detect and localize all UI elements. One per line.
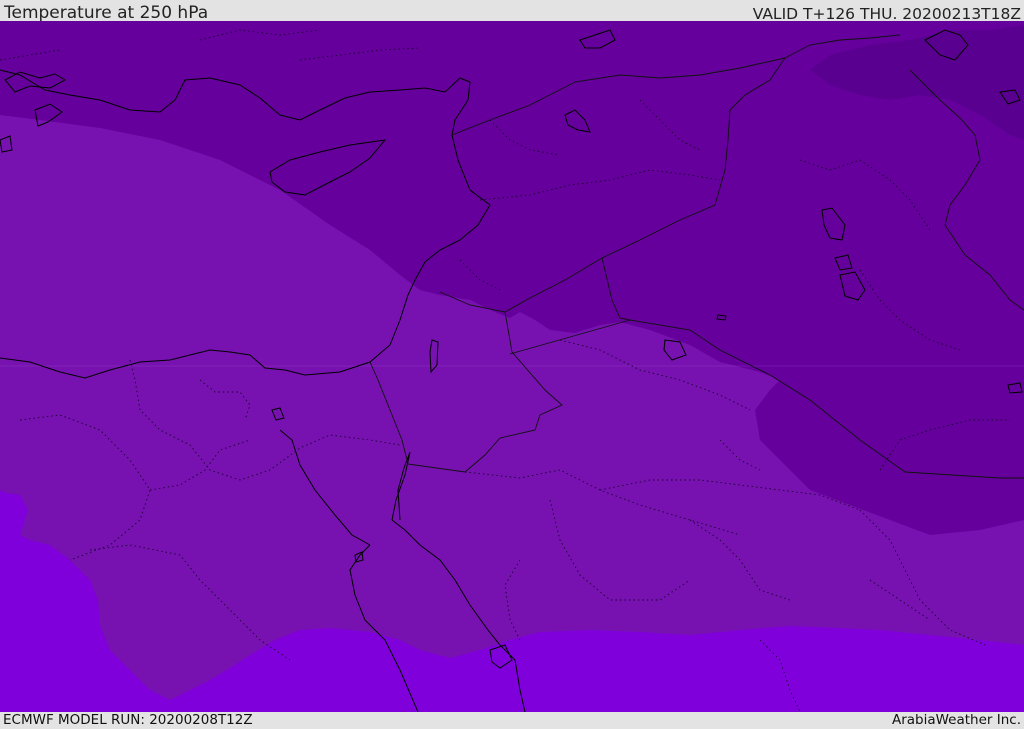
map-title: Temperature at 250 hPa — [4, 3, 209, 23]
weather-map[interactable] — [0, 21, 1024, 712]
header-bar: Temperature at 250 hPa VALID T+126 THU. … — [0, 0, 1024, 23]
model-run: ECMWF MODEL RUN: 20200208T12Z — [3, 712, 253, 728]
footer-bar: ECMWF MODEL RUN: 20200208T12Z ArabiaWeat… — [0, 712, 1024, 729]
map-canvas[interactable] — [0, 21, 1024, 712]
credit-text: ArabiaWeather Inc. — [891, 712, 1021, 728]
